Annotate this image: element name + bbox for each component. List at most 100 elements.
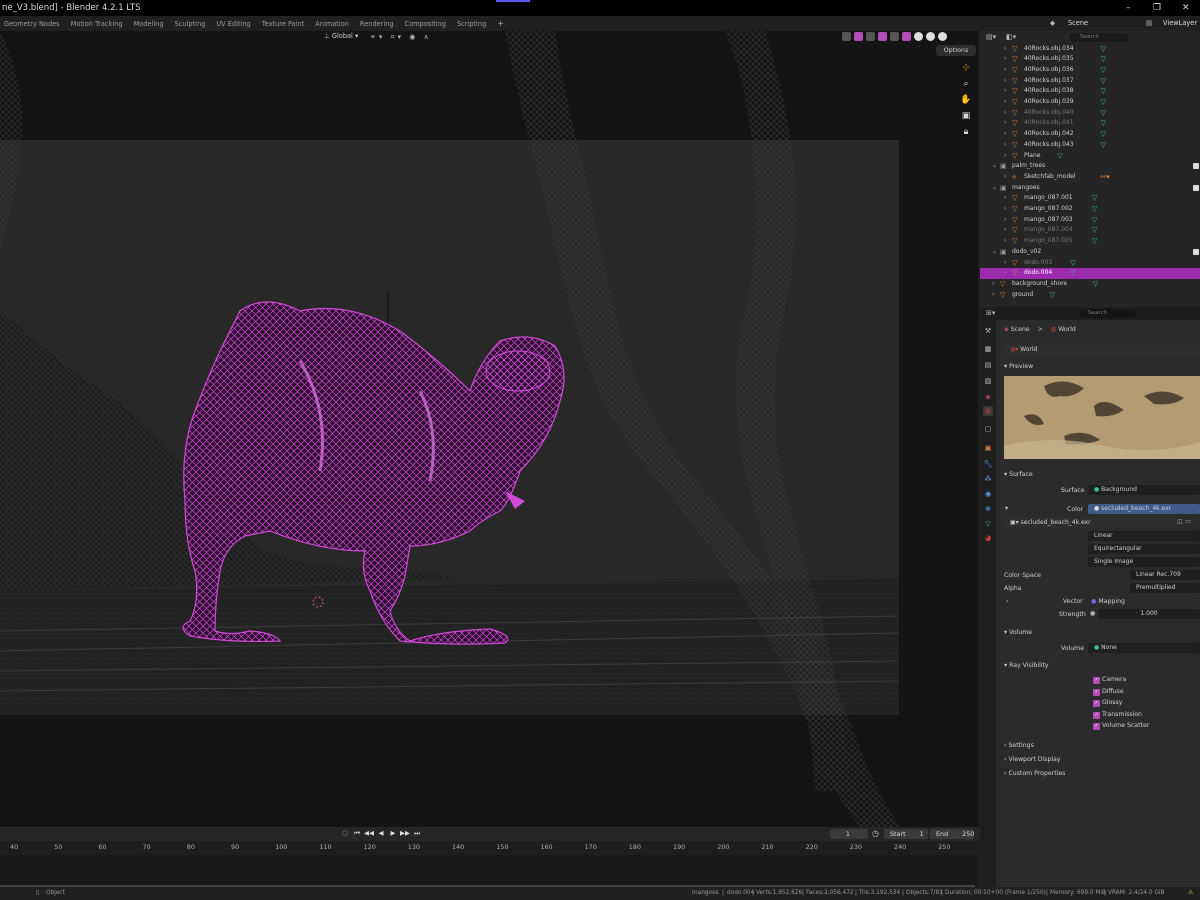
world-tab-icon[interactable]: ◍ <box>983 406 993 416</box>
mesh-data-icon[interactable]: ▽ <box>1101 44 1106 55</box>
outliner-row[interactable]: ⌄ ▣ palm_trees <box>980 161 1200 172</box>
mesh-data-icon[interactable]: ▽ <box>1070 268 1075 279</box>
mesh-data-icon[interactable]: ▽ <box>1101 118 1106 129</box>
viewport-display-section-header[interactable]: › Viewport Display <box>1004 756 1061 763</box>
lock-icon[interactable]: 🔒︎ <box>958 124 974 140</box>
ray-visibility-section-header[interactable]: ▾ Ray Visibility <box>1004 662 1049 669</box>
mesh-data-icon[interactable]: ▽ <box>1101 54 1106 65</box>
breadcrumb-scene[interactable]: Scene <box>1011 326 1030 333</box>
expand-arrow-icon[interactable]: › <box>1004 86 1006 97</box>
ray-checkbox[interactable]: ✓ <box>1093 677 1100 684</box>
surface-section-header[interactable]: ▾ Surface <box>1004 471 1033 478</box>
tab-motion-tracking[interactable]: Motion Tracking <box>71 20 123 28</box>
expand-arrow-icon[interactable]: › <box>1004 118 1006 129</box>
collection-tab-icon[interactable]: ▢ <box>983 424 993 434</box>
expand-arrow-icon[interactable]: › <box>1004 193 1006 204</box>
outliner-row[interactable]: › ▽ background_shore ▽ <box>980 279 1200 290</box>
jump-end-icon[interactable]: ⏭ <box>412 829 422 838</box>
mesh-data-icon[interactable]: ▽ <box>1092 225 1097 236</box>
expand-arrow-icon[interactable]: › <box>1004 129 1006 140</box>
expand-arrow-icon[interactable]: › <box>992 290 994 301</box>
outliner-row[interactable]: › ▽ 40Rocks.obj.035 ▽ <box>980 54 1200 65</box>
world-datablock-selector[interactable]: ◍▾ World <box>1004 345 1200 355</box>
expand-arrow-icon[interactable]: › <box>1004 76 1006 87</box>
expand-arrow-icon[interactable]: › <box>1004 54 1006 65</box>
tab-texture-paint[interactable]: Texture Paint <box>262 20 305 28</box>
mesh-data-icon[interactable]: ▽ <box>1093 279 1098 290</box>
interpolation-dropdown[interactable]: Linear <box>1088 531 1200 541</box>
strength-field[interactable]: 1.000 <box>1098 609 1200 619</box>
3d-viewport[interactable] <box>0 31 978 827</box>
view-layer-tab-icon[interactable]: ▧ <box>983 376 993 386</box>
preview-section-header[interactable]: ▾ Preview <box>1004 363 1033 370</box>
expand-arrow-icon[interactable]: › <box>1004 225 1006 236</box>
outliner-row[interactable]: › ▽ mango_087.003 ▽ <box>980 215 1200 226</box>
material-shading-icon[interactable] <box>926 32 935 41</box>
next-keyframe-icon[interactable]: ▶▶ <box>400 829 410 838</box>
source-dropdown[interactable]: Single Image <box>1088 557 1200 567</box>
collection-checkbox[interactable] <box>1193 248 1199 255</box>
outliner-row[interactable]: › ▽ mango_087.004 ▽ <box>980 225 1200 236</box>
armature-data-icon[interactable]: ⚯▾ <box>1101 172 1110 183</box>
axis-gizmo-icon[interactable]: ⊹ <box>958 60 974 76</box>
expand-arrow-icon[interactable]: › <box>1004 268 1006 279</box>
projection-dropdown[interactable]: Equirectangular <box>1088 544 1200 554</box>
vector-expand-icon[interactable]: › <box>1006 598 1008 605</box>
collapse-arrow-icon[interactable]: ⌄ <box>992 161 997 172</box>
collection-checkbox[interactable] <box>1193 163 1199 170</box>
mesh-data-icon[interactable]: ▽ <box>1092 215 1097 226</box>
settings-section-header[interactable]: › Settings <box>1004 742 1034 749</box>
render-tab-icon[interactable]: ▦ <box>983 344 993 354</box>
material-tab-icon[interactable]: ◕ <box>983 533 993 543</box>
modifier-tab-icon[interactable]: 🔧︎ <box>983 459 993 469</box>
collapse-arrow-icon[interactable]: ⌄ <box>992 247 997 258</box>
particles-tab-icon[interactable]: ⁂ <box>983 474 993 484</box>
mesh-data-icon[interactable]: ▽ <box>1092 236 1097 247</box>
start-frame-field[interactable]: Start 1 <box>884 829 928 839</box>
mesh-data-icon[interactable]: ▽ <box>1070 258 1075 269</box>
scene-name[interactable]: Scene <box>1068 19 1088 27</box>
mesh-data-icon[interactable]: ▽ <box>1101 76 1106 87</box>
properties-search-input[interactable]: Search <box>1080 309 1136 318</box>
outliner-row[interactable]: › ▽ 40Rocks.obj.037 ▽ <box>980 76 1200 87</box>
camera-view-icon[interactable]: ▣ <box>958 108 974 124</box>
properties-editor-icon[interactable]: ⊞▾ <box>986 309 995 317</box>
outliner-row[interactable]: ⌄ ▣ dodo_v02 <box>980 247 1200 258</box>
outliner-row[interactable]: › ▽ mango_087.001 ▽ <box>980 193 1200 204</box>
color-input-field[interactable]: ● secluded_beach_4k.exr <box>1088 504 1200 514</box>
outliner-row[interactable]: › ⟡ Sketchfab_model ⚯▾ <box>980 172 1200 183</box>
expand-arrow-icon[interactable]: › <box>1004 108 1006 119</box>
vector-input[interactable]: ● Mapping <box>1091 598 1125 605</box>
outliner-row[interactable]: › ▽ ground ▽ <box>980 290 1200 301</box>
constraints-tab-icon[interactable]: ⊕ <box>983 504 993 514</box>
expand-arrow-icon[interactable]: › <box>1004 65 1006 76</box>
play-reverse-icon[interactable]: ◀ <box>376 829 386 838</box>
outliner-row[interactable]: › ▽ mango_087.005 ▽ <box>980 236 1200 247</box>
tab-uv-editing[interactable]: UV Editing <box>216 20 250 28</box>
tab-geometry-nodes[interactable]: Geometry Nodes <box>4 20 60 28</box>
mesh-data-icon[interactable]: ▽ <box>1101 108 1106 119</box>
outliner-row[interactable]: › ▽ 40Rocks.obj.038 ▽ <box>980 86 1200 97</box>
pan-hand-icon[interactable]: ✋ <box>958 92 974 108</box>
expand-arrow-icon[interactable]: › <box>1004 204 1006 215</box>
mesh-data-icon[interactable]: ▽ <box>1101 140 1106 151</box>
overlay-dropdown-icon[interactable] <box>866 32 875 41</box>
tab-modeling[interactable]: Modeling <box>134 20 164 28</box>
display-mode-icon[interactable]: ◧▾ <box>1006 33 1016 41</box>
custom-properties-section-header[interactable]: › Custom Properties <box>1004 770 1065 777</box>
mesh-data-icon[interactable]: ▽ <box>1101 129 1106 140</box>
outliner-row[interactable]: › ▽ 40Rocks.obj.042 ▽ <box>980 129 1200 140</box>
mesh-data-icon[interactable]: ▽ <box>1092 204 1097 215</box>
warning-icon[interactable]: ⚠ <box>1188 887 1193 900</box>
frame-ruler[interactable]: 40 50 60 70 80 90 100 110 120 130 140 150 160 170 180 1… <box>0 843 980 855</box>
output-tab-icon[interactable]: ▤ <box>983 360 993 370</box>
expand-arrow-icon[interactable]: › <box>1004 140 1006 151</box>
transform-orientation[interactable]: ⊥ Global ▾ <box>324 32 358 40</box>
alpha-dropdown[interactable]: Premultiplied <box>1130 583 1200 593</box>
mesh-data-icon[interactable]: ▽ <box>1101 86 1106 97</box>
outliner-row[interactable]: › ▽ Plane ▽ <box>980 151 1200 162</box>
outliner-row[interactable]: › ▽ 40Rocks.obj.034 ▽ <box>980 44 1200 55</box>
snap-pivot-icons[interactable]: ⚭▾ ⌗▾ ◉ ∧ <box>370 33 432 42</box>
outliner-row[interactable]: › ▽ 40Rocks.obj.040 ▽ <box>980 108 1200 119</box>
outliner-row[interactable]: › ▽ dodo.003 ▽ <box>980 258 1200 269</box>
